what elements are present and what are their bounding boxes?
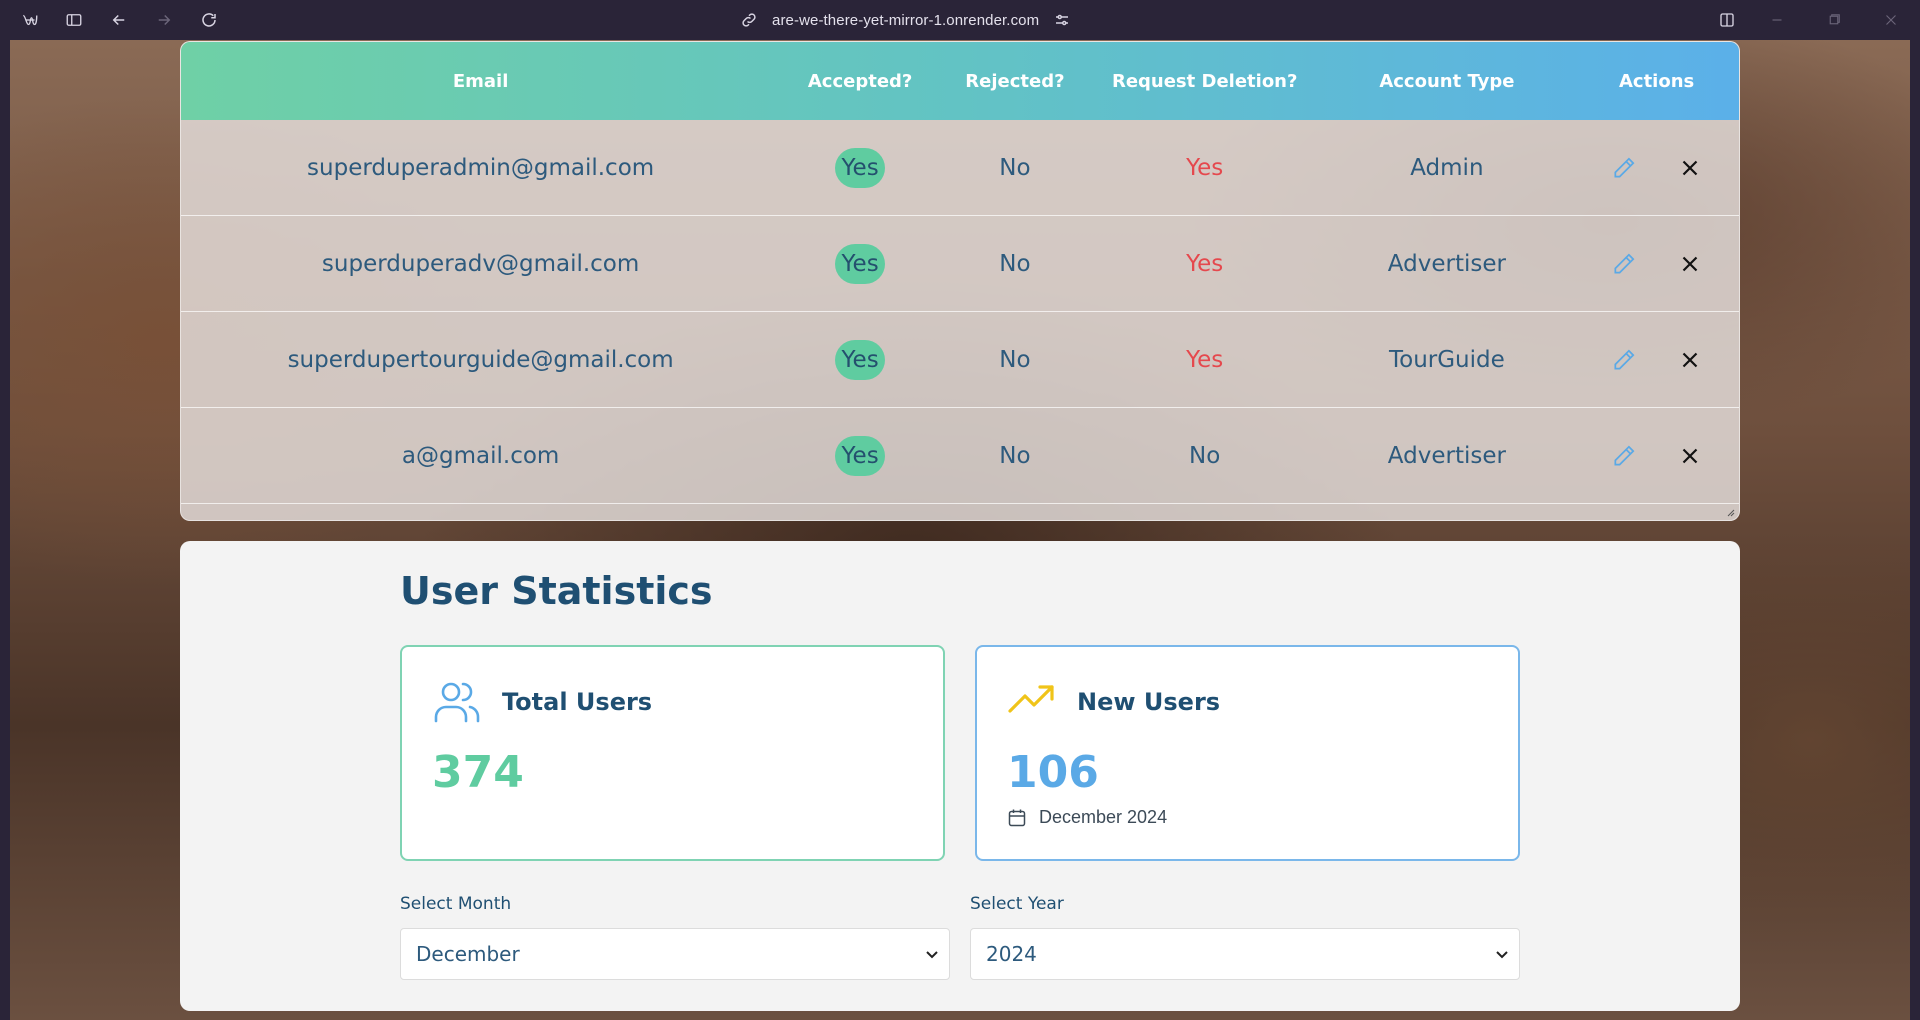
cell-accepted: Yes (780, 147, 940, 188)
year-select[interactable]: 2024 (970, 928, 1520, 980)
header-account-type[interactable]: Account Type (1320, 71, 1575, 92)
close-icon[interactable] (1677, 251, 1703, 277)
stats-title: User Statistics (400, 569, 713, 613)
sidebar-toggle-icon[interactable] (62, 8, 86, 32)
table-header: Email Accepted? Rejected? Request Deleti… (181, 42, 1739, 120)
minimize-icon[interactable] (1765, 8, 1789, 32)
cell-actions (1574, 443, 1739, 469)
new-users-period-text: December 2024 (1039, 807, 1168, 827)
pencil-icon[interactable] (1611, 347, 1637, 373)
pencil-icon[interactable] (1611, 443, 1637, 469)
site-settings-icon[interactable] (1053, 11, 1071, 29)
accepted-badge: Yes (835, 435, 886, 476)
users-icon (432, 679, 482, 725)
cell-account-type: Advertiser (1387, 442, 1506, 469)
select-year-label: Select Year (970, 894, 1064, 914)
trending-up-icon (1007, 679, 1057, 725)
reload-icon[interactable] (197, 8, 221, 32)
new-users-header: New Users (1007, 679, 1220, 725)
cell-request-deletion: Yes (1186, 250, 1224, 277)
header-actions: Actions (1618, 70, 1695, 92)
chevron-down-icon (926, 951, 938, 959)
close-icon[interactable] (1677, 443, 1703, 469)
link-icon (740, 11, 758, 29)
table-row: a@gmail.com Yes No No Advertiser (181, 408, 1739, 504)
cell-rejected: No (999, 442, 1031, 469)
cell-email: superduperadmin@gmail.com (307, 154, 655, 181)
month-select[interactable]: December (400, 928, 950, 980)
accepted-badge: Yes (835, 243, 886, 284)
new-users-card: New Users 106 December 2024 (975, 645, 1520, 861)
cell-request-deletion: Yes (1186, 154, 1224, 181)
accepted-badge: Yes (835, 339, 886, 380)
url-text[interactable]: are-we-there-yet-mirror-1.onrender.com (772, 12, 1039, 29)
restore-icon[interactable] (1822, 8, 1846, 32)
forward-arrow-icon[interactable] (152, 8, 176, 32)
cell-email: superdupertourguide@gmail.com (287, 346, 674, 373)
cell-email: superduperadv@gmail.com (321, 250, 640, 277)
user-statistics-panel: User Statistics Total Users 374 New User… (180, 541, 1740, 1011)
new-users-label: New Users (1077, 688, 1221, 716)
select-month-label: Select Month (400, 894, 512, 914)
users-table: Email Accepted? Rejected? Request Deleti… (180, 41, 1740, 521)
back-arrow-icon[interactable] (107, 8, 131, 32)
pencil-icon[interactable] (1611, 155, 1637, 181)
cell-rejected: No (999, 250, 1031, 277)
address-bar[interactable]: are-we-there-yet-mirror-1.onrender.com (740, 8, 1071, 32)
total-users-header: Total Users (432, 679, 652, 725)
header-email[interactable]: Email (181, 71, 780, 92)
cell-actions (1574, 251, 1739, 277)
cell-email: a@gmail.com (401, 442, 560, 469)
cell-rejected: No (999, 154, 1031, 181)
cell-rejected: No (999, 346, 1031, 373)
new-users-value: 106 (1007, 747, 1099, 798)
year-select-value: 2024 (986, 942, 1037, 966)
new-users-period: December 2024 (1007, 807, 1167, 828)
cell-accepted: Yes (780, 339, 940, 380)
cell-actions (1574, 347, 1739, 373)
cell-account-type: TourGuide (1388, 346, 1505, 373)
table-row: superduperadv@gmail.com Yes No Yes Adver… (181, 216, 1739, 312)
page-viewport: Email Accepted? Rejected? Request Deleti… (10, 40, 1910, 1020)
chevron-down-icon (1496, 951, 1508, 959)
cell-request-deletion: Yes (1186, 346, 1224, 373)
cell-request-deletion: No (1189, 442, 1221, 469)
cell-account-type: Advertiser (1387, 250, 1506, 277)
header-request-deletion[interactable]: Request Deletion? (1090, 71, 1320, 92)
calendar-icon (1007, 808, 1027, 828)
total-users-value: 374 (432, 747, 524, 798)
browser-titlebar: are-we-there-yet-mirror-1.onrender.com (0, 0, 1920, 40)
close-icon[interactable] (1677, 155, 1703, 181)
window-close-icon[interactable] (1879, 8, 1903, 32)
accepted-badge: Yes (835, 147, 886, 188)
table-row: superdupertourguide@gmail.com Yes No Yes… (181, 312, 1739, 408)
total-users-card: Total Users 374 (400, 645, 945, 861)
total-users-label: Total Users (502, 688, 653, 716)
split-view-icon[interactable] (1715, 8, 1739, 32)
month-select-value: December (416, 942, 520, 966)
browser-logo-icon[interactable] (18, 8, 42, 32)
cell-actions (1574, 155, 1739, 181)
header-accepted[interactable]: Accepted? (780, 71, 940, 92)
resize-handle-icon[interactable] (1725, 507, 1735, 517)
cell-accepted: Yes (780, 435, 940, 476)
close-icon[interactable] (1677, 347, 1703, 373)
table-row: superduperadmin@gmail.com Yes No Yes Adm… (181, 120, 1739, 216)
header-rejected[interactable]: Rejected? (940, 71, 1090, 92)
cell-account-type: Admin (1410, 154, 1484, 181)
cell-accepted: Yes (780, 243, 940, 284)
pencil-icon[interactable] (1611, 251, 1637, 277)
